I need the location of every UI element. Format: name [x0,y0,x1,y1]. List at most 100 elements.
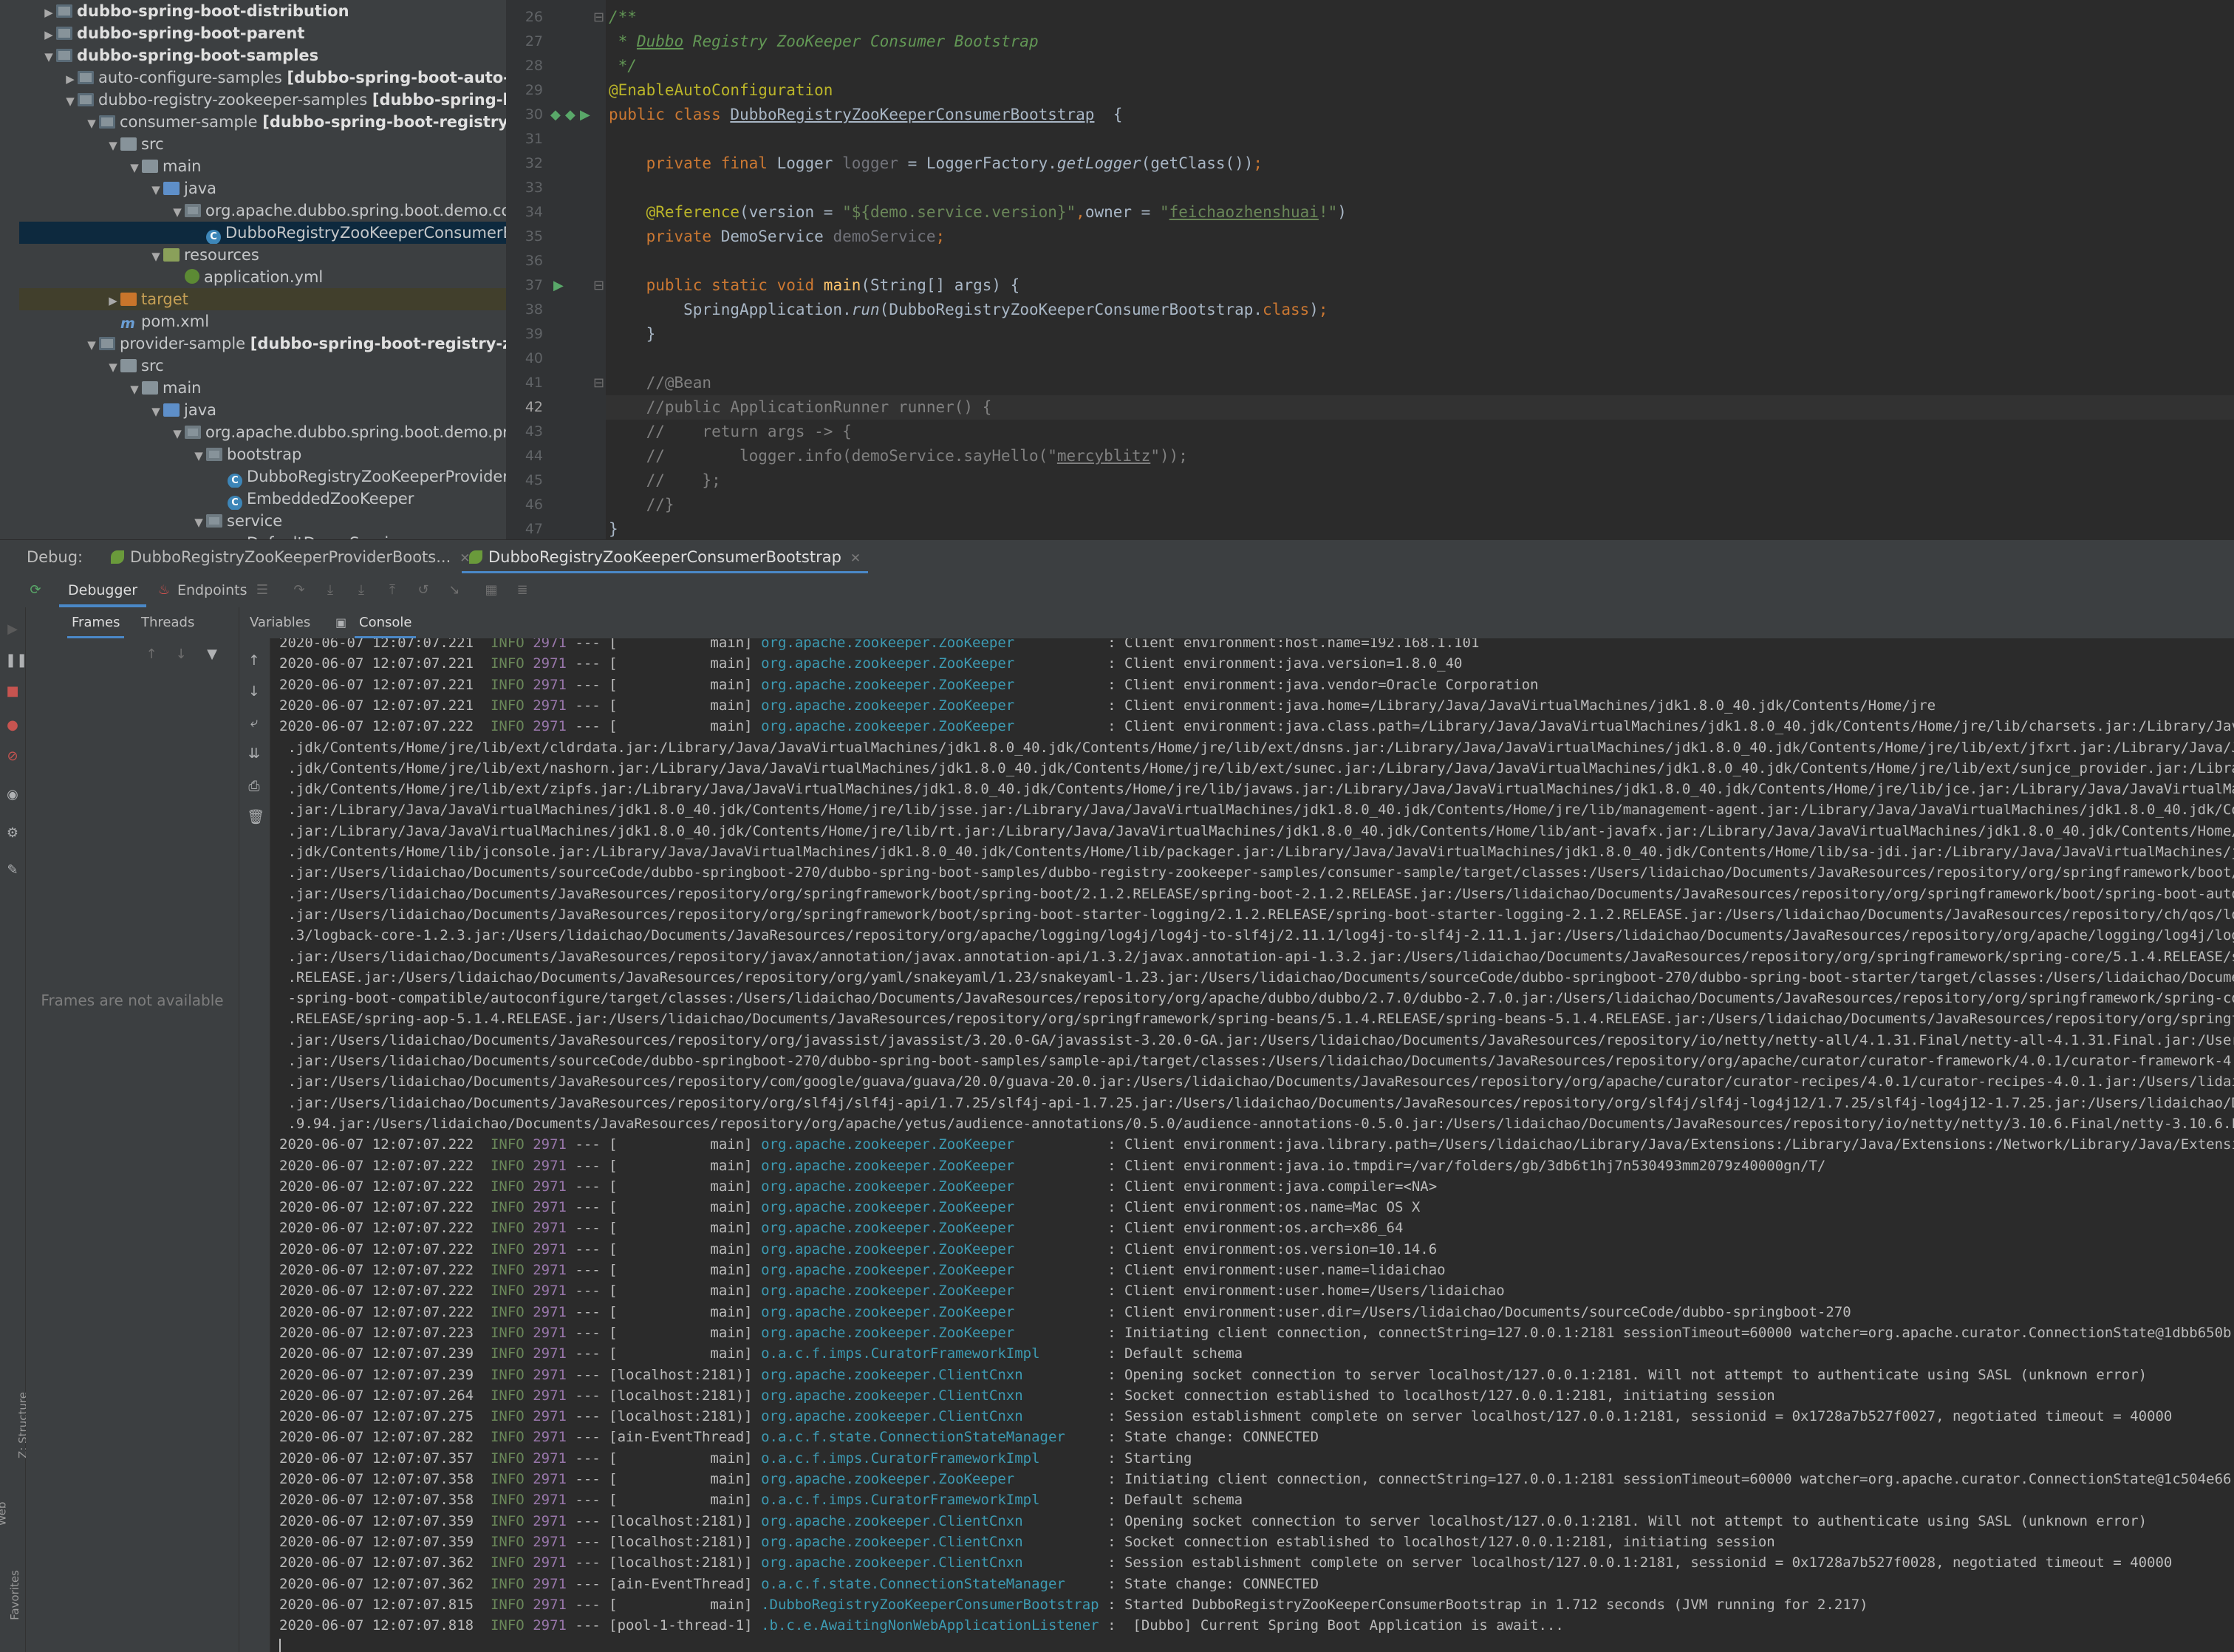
code-line: private final Logger logger = LoggerFact… [609,154,1263,172]
chevron-down-icon[interactable]: ▼ [41,46,56,66]
tree-item[interactable]: application.yml [19,266,506,288]
tab-variables[interactable]: Variables [250,607,310,638]
tree-item[interactable]: ▼ consumer-sample [dubbo-spring-boot-regi… [19,111,506,133]
console-output[interactable]: 2020-06-07 12:07:07.221 INFO 2971 --- [ … [270,638,2234,1652]
code-editor[interactable]: /** * Dubbo Registry ZooKeeper Consumer … [606,0,2234,539]
resume-icon[interactable]: ▶ [5,622,20,637]
clear-all-icon[interactable]: 🗑 [247,810,264,825]
tree-item[interactable]: ▼ src [19,355,506,377]
stop-icon[interactable]: ■ [5,684,20,699]
tree-item[interactable]: ▶ auto-configure-samples [dubbo-spring-bo… [19,66,506,89]
pin-icon[interactable]: ✎ [5,863,20,878]
filter-icon[interactable]: ▼ [205,647,219,662]
tree-item[interactable]: C DubboRegistryZooKeeperProviderB [19,465,506,488]
tree-item[interactable]: ▼ bootstrap [19,443,506,465]
tree-item[interactable]: ▼ resources [19,244,506,266]
code-line: // logger.info(demoService.sayHello("mer… [609,447,1188,465]
bean-gutter-icon[interactable]: ◆ [550,107,561,123]
module-folder-icon [78,93,94,106]
chevron-down-icon[interactable]: ▼ [84,334,99,355]
tab-endpoints[interactable]: Endpoints [177,573,247,607]
settings-gear-icon[interactable]: ⚙ [5,826,20,841]
tree-item[interactable]: ▼ src [19,133,506,155]
run-to-cursor-icon[interactable]: ↘ [447,583,462,598]
chevron-down-icon[interactable]: ▼ [148,400,163,421]
step-into-icon[interactable]: ⤓ [323,583,338,598]
tree-item[interactable]: ▶ target [19,288,506,310]
fold-icon[interactable]: ⊟ [593,278,604,293]
tree-item-module-label: [dubbo-spring-boot-auto-cor [287,69,506,86]
chevron-right-icon[interactable]: ▶ [63,68,78,89]
tree-item[interactable]: ▼ provider-sample [dubbo-spring-boot-regi… [19,332,506,355]
tab-debugger[interactable]: Debugger [59,573,147,607]
tree-item[interactable]: ▼ dubbo-spring-boot-samples [19,44,506,66]
pause-icon[interactable]: ❚❚ [5,653,27,668]
step-over-icon[interactable]: ↷ [292,583,307,598]
chevron-down-icon[interactable]: ▼ [191,511,206,532]
print-icon[interactable]: ⎙ [247,779,262,793]
line-number: 31 [525,131,543,147]
chevron-down-icon[interactable]: ▼ [63,90,78,111]
scroll-up-icon[interactable]: ↑ [247,653,262,668]
tab-console[interactable]: Console [355,607,417,638]
scroll-to-end-icon[interactable]: ⇊ [247,746,262,761]
run-gutter-icon[interactable]: ▶ [580,107,590,123]
bean-gutter-icon[interactable]: ◆ [565,107,575,123]
tree-item[interactable]: ▼ org.apache.dubbo.spring.boot.demo.con [19,199,506,222]
view-breakpoints-icon[interactable]: ● [5,718,20,733]
tree-item[interactable]: ▼ org.apache.dubbo.spring.boot.demo.pro [19,421,506,443]
tree-item[interactable]: ▶ dubbo-spring-boot-distribution [19,0,506,22]
debug-tab-consumer[interactable]: DubboRegistryZooKeeperConsumerBootstrap ✕ [462,540,869,574]
folder-icon [142,381,158,395]
step-out-icon[interactable]: ⤒ [385,583,400,598]
fold-icon[interactable]: ⊟ [593,10,604,25]
favorites-stripe-label[interactable]: Favorites [8,1570,21,1620]
chevron-right-icon[interactable]: ▶ [41,1,56,22]
chevron-right-icon[interactable]: ▶ [106,290,120,310]
tree-item[interactable]: m pom.xml [19,310,506,332]
rerun-icon[interactable]: ⟳ [28,583,43,598]
soft-wrap-icon[interactable]: ⤶ [247,715,262,730]
chevron-down-icon[interactable]: ▼ [127,157,142,177]
arrow-up-icon[interactable]: ↑ [144,647,159,662]
force-step-into-icon[interactable]: ⤓ [354,583,369,598]
tab-threads[interactable]: Threads [141,607,194,638]
tree-item[interactable]: ▼ java [19,177,506,199]
package-icon [185,204,201,217]
chevron-down-icon[interactable]: ▼ [191,445,206,465]
chevron-down-icon[interactable]: ▼ [148,179,163,199]
drop-frame-icon[interactable]: ↺ [416,583,431,598]
tree-item[interactable]: ▼ dubbo-registry-zookeeper-samples [dubbo… [19,89,506,111]
close-icon[interactable]: ✕ [850,551,861,566]
tree-item[interactable]: C DubboRegistryZooKeeperConsumerBo [19,222,506,244]
tree-item[interactable]: ▶ dubbo-spring-boot-parent [19,22,506,44]
tree-item-label: provider-sample [120,335,250,352]
tab-frames[interactable]: Frames [67,607,125,638]
chevron-down-icon[interactable]: ▼ [106,356,120,377]
chevron-right-icon[interactable]: ▶ [41,24,56,44]
web-stripe-label[interactable]: Web [0,1502,8,1526]
chevron-down-icon[interactable]: ▼ [170,423,185,443]
tree-item[interactable]: ▼ java [19,399,506,421]
run-gutter-icon[interactable]: ▶ [553,278,564,293]
scroll-down-icon[interactable]: ↓ [247,684,262,699]
debug-tab-provider[interactable]: DubboRegistryZooKeeperProviderBoots... ✕ [103,540,478,574]
menu-icon[interactable]: ☰ [255,583,270,598]
mute-breakpoints-icon[interactable]: ⊘ [5,749,20,764]
chevron-down-icon[interactable]: ▼ [170,201,185,222]
tree-item[interactable]: C EmbeddedZooKeeper [19,488,506,510]
chevron-down-icon[interactable]: ▼ [106,134,120,155]
evaluate-icon[interactable]: ▦ [484,583,499,598]
console-line: 2020-06-07 12:07:07.222 INFO 2971 --- [ … [279,1303,1851,1320]
chevron-down-icon[interactable]: ▼ [127,378,142,399]
tree-item[interactable]: ▼ service [19,510,506,532]
camera-icon[interactable]: ◉ [5,788,20,802]
tree-item[interactable]: ▼ main [19,377,506,399]
fold-icon[interactable]: ⊟ [593,375,604,391]
tree-item[interactable]: ▼ main [19,155,506,177]
chevron-down-icon[interactable]: ▼ [148,245,163,266]
tree-item[interactable]: CDefaultDemoService [19,532,506,539]
chevron-down-icon[interactable]: ▼ [84,112,99,133]
arrow-down-icon[interactable]: ↓ [174,647,188,662]
trace-icon[interactable]: ≣ [515,583,530,598]
